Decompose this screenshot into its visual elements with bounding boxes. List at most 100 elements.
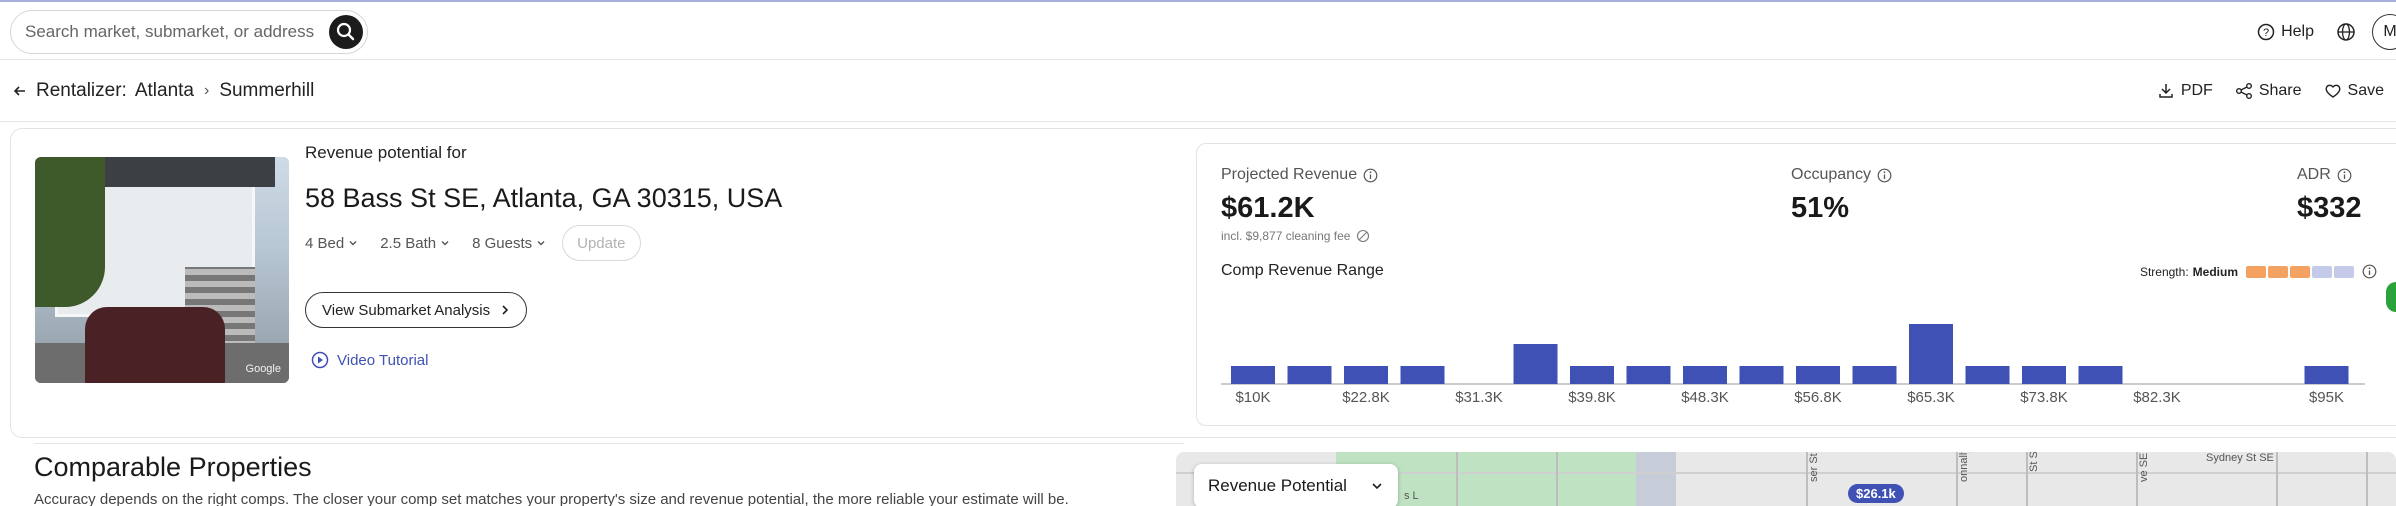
histogram-tick-label: $48.3K (1681, 389, 1729, 404)
help-link[interactable]: ? Help (2257, 23, 2314, 41)
map-street-label: onnally St (1958, 452, 1970, 482)
occupancy-value: 51% (1791, 192, 1850, 224)
guests-value: 8 Guests (472, 234, 533, 252)
info-icon[interactable] (2362, 264, 2377, 279)
info-icon[interactable] (1877, 168, 1892, 183)
histogram-tick-label: $31.3K (1455, 389, 1503, 404)
strength-segment (2312, 265, 2332, 278)
view-submarket-button[interactable]: View Submarket Analysis (305, 292, 528, 328)
histogram-bar[interactable] (1683, 366, 1727, 384)
histogram-bar[interactable] (1965, 366, 2010, 384)
property-photo[interactable]: Google (35, 157, 289, 383)
breadcrumb-separator-icon: › (203, 82, 210, 99)
update-button[interactable]: Update (562, 225, 641, 261)
search-input[interactable] (25, 11, 325, 53)
projected-revenue-label: Projected Revenue (1221, 166, 1358, 183)
histogram-bar[interactable] (1231, 366, 1275, 384)
search-button[interactable] (329, 15, 363, 49)
section-divider (34, 443, 1184, 444)
beds-dropdown[interactable]: 4 Bed (305, 235, 358, 252)
revenue-panel: Projected Revenue $61.2K incl. $9,877 cl… (1196, 143, 2396, 426)
property-specs: 4 Bed 2.5 Bath 8 Guests Update (305, 225, 641, 261)
comps-map[interactable]: Sydney St SE ser St SE onnally St St SE … (1176, 452, 2396, 506)
chevron-down-icon (537, 241, 545, 246)
comparables-subtitle: Accuracy depends on the right comps. The… (34, 491, 1069, 506)
breadcrumb-submarket[interactable]: Summerhill (219, 80, 314, 102)
histogram-tick-label: $39.8K (1568, 389, 1616, 404)
share-icon (2235, 83, 2252, 99)
video-tutorial-link[interactable]: Video Tutorial (311, 351, 428, 369)
breadcrumb-market[interactable]: Atlanta (135, 80, 194, 102)
histogram-tick-label: $82.3K (2133, 389, 2181, 404)
occupancy-label: Occupancy (1791, 166, 1872, 183)
globe-icon[interactable] (2336, 22, 2356, 42)
play-icon (311, 351, 329, 369)
guests-dropdown[interactable]: 8 Guests (472, 235, 546, 252)
histogram-tick-label: $95K (2309, 389, 2344, 404)
beds-value: 4 Bed (305, 234, 345, 252)
map-road (1456, 452, 1458, 506)
occupancy-label-row: Occupancy (1791, 166, 1892, 184)
help-label: Help (2281, 23, 2314, 40)
chevron-down-icon (349, 241, 357, 246)
top-right-controls: ? Help M (2257, 10, 2396, 54)
histogram-bar[interactable] (1570, 366, 1614, 384)
revenue-potential-label: Revenue Potential (1208, 476, 1347, 495)
histogram-bar[interactable] (1739, 366, 1784, 384)
adr-value: $332 (2297, 192, 2362, 224)
strength-segment (2334, 265, 2354, 278)
breadcrumb: Rentalizer: Atlanta › Summerhill (12, 60, 314, 122)
strength-value: Medium (2192, 264, 2238, 279)
histogram-tick-label: $22.8K (1342, 389, 1390, 404)
comp-revenue-histogram: $10K $22.8K $31.3K $39.8K $48.3K $56.8K $65.3K… (1221, 324, 2365, 404)
comparables-title: Comparable Properties (34, 452, 312, 482)
baths-dropdown[interactable]: 2.5 Bath (380, 235, 450, 252)
chevron-down-icon (441, 241, 449, 246)
histogram-bar[interactable] (1852, 366, 1897, 384)
search-icon (336, 22, 355, 41)
save-label: Save (2347, 82, 2384, 99)
histogram-bar[interactable] (2304, 366, 2349, 384)
breadcrumb-root: Rentalizer: (36, 80, 127, 101)
strength-segment (2246, 265, 2266, 278)
back-arrow-icon[interactable] (12, 83, 28, 99)
save-button[interactable]: Save (2324, 82, 2384, 100)
map-street-label: Sydney St SE (2206, 452, 2274, 464)
map-street-label: ve SE (2138, 452, 2150, 482)
info-icon[interactable] (2337, 168, 2352, 183)
cleaning-spray-icon[interactable] (1356, 229, 1370, 243)
photo-car (85, 307, 225, 383)
histogram-bar[interactable] (1344, 366, 1388, 384)
pdf-button[interactable]: PDF (2157, 82, 2213, 100)
strength-segment (2268, 265, 2288, 278)
histogram-bar[interactable] (1909, 324, 1953, 384)
info-icon[interactable] (1363, 168, 1378, 183)
revenue-potential-dropdown[interactable]: Revenue Potential (1194, 464, 1398, 506)
histogram-bar[interactable] (2078, 366, 2123, 384)
histogram-bar[interactable] (1626, 366, 1671, 384)
avatar[interactable]: M (2372, 14, 2396, 50)
svg-text:?: ? (2263, 27, 2269, 39)
chevron-down-icon (1372, 483, 1382, 490)
map-price-pin[interactable]: $26.1k (1848, 484, 1904, 503)
histogram-bar[interactable] (1796, 366, 1840, 384)
histogram-bar[interactable] (2022, 366, 2066, 384)
baths-value: 2.5 Bath (380, 234, 437, 252)
floating-action-dot[interactable] (2386, 282, 2396, 312)
strength-segment (2290, 265, 2310, 278)
histogram-bar[interactable] (1287, 366, 1332, 384)
submarket-button-label: View Submarket Analysis (322, 301, 491, 319)
property-address: 58 Bass St SE, Atlanta, GA 30315, USA (305, 183, 783, 213)
map-road (2366, 452, 2368, 506)
cleaning-fee-note-row: incl. $9,877 cleaning fee (1221, 229, 1378, 243)
share-label: Share (2258, 82, 2302, 99)
map-road (1556, 452, 1558, 506)
map-street-label: St SE (2028, 452, 2040, 472)
strength-indicator: Strength: Medium (2140, 264, 2377, 279)
map-street-label: s L (1404, 490, 1419, 502)
google-watermark: Google (245, 363, 281, 375)
histogram-bar[interactable] (1513, 344, 1558, 384)
share-button[interactable]: Share (2235, 82, 2302, 100)
histogram-bar[interactable] (1400, 366, 1445, 384)
property-card: Google Revenue potential for 58 Bass St … (10, 128, 2396, 438)
